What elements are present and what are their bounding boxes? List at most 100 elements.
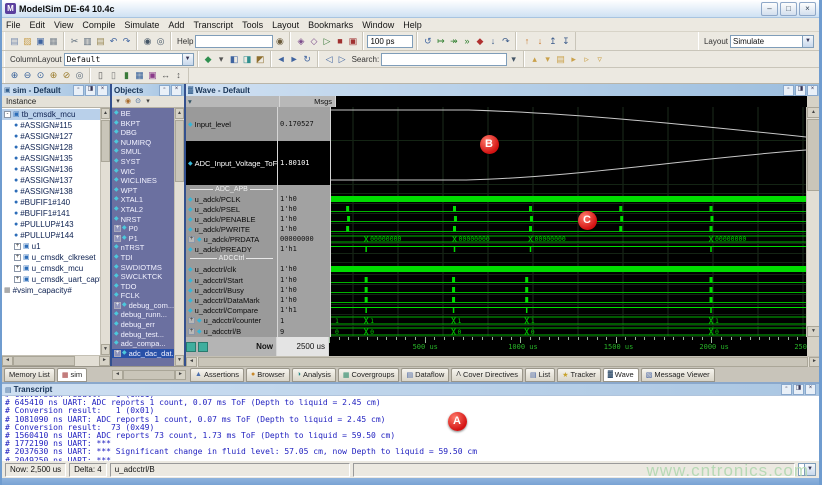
transcript-close-icon[interactable]: × — [805, 384, 816, 395]
scroll-up-icon[interactable]: ▲ — [101, 108, 110, 119]
object-item-swdiotms[interactable]: ◆SWDIOTMS — [112, 263, 174, 273]
layout-combo-arrow-icon[interactable]: ▼ — [802, 36, 813, 47]
expand-time-icon[interactable]: ↔ — [159, 69, 172, 82]
expand-icon[interactable]: + — [188, 236, 195, 243]
step-over-icon[interactable]: ↷ — [499, 35, 512, 48]
tab-cover-directives[interactable]: ΛCover Directives — [451, 368, 523, 382]
wave-panel-close-icon[interactable]: × — [807, 85, 818, 96]
object-item-dbg[interactable]: ◆DBG — [112, 128, 174, 138]
object-item-fclk[interactable]: ◆FCLK — [112, 291, 174, 301]
copy-icon[interactable]: ▥ — [81, 35, 94, 48]
scroll-down-icon[interactable]: ▼ — [175, 355, 184, 366]
view-filter-icon[interactable]: ▾ — [113, 97, 123, 107]
wave-signal-u-adcctrl-b[interactable]: +◆u_adcctrl/B — [186, 326, 277, 337]
menu-window[interactable]: Window — [362, 20, 394, 30]
collapse-all-icon[interactable] — [198, 342, 208, 352]
menu-bookmarks[interactable]: Bookmarks — [308, 20, 353, 30]
tree-item-tb-cmsdk-mcu[interactable]: -▣tb_cmsdk_mcu — [2, 109, 100, 120]
transcript-dock-icon[interactable]: ▫ — [781, 384, 792, 395]
object-item-bkpt[interactable]: ◆BKPT — [112, 119, 174, 129]
transcript-float-icon[interactable]: ◨ — [793, 384, 804, 395]
object-item-adc-compa-[interactable]: ◆adc_compa... — [112, 339, 174, 349]
expand-icon[interactable]: + — [114, 235, 121, 242]
sim-instance-column-header[interactable]: Instance — [2, 96, 110, 108]
menu-edit[interactable]: Edit — [30, 20, 46, 30]
redo-icon[interactable]: ↷ — [120, 35, 133, 48]
find-in-files-icon[interactable]: ◎ — [154, 35, 167, 48]
object-item-syst[interactable]: ◆SYST — [112, 157, 174, 167]
expand-icon[interactable]: + — [14, 265, 21, 272]
wave-signal-u-adck-psel[interactable]: ◆u_adck/PSEL — [186, 204, 277, 214]
wave-signal-u-adck-penable[interactable]: ◆u_adck/PENABLE — [186, 214, 277, 224]
scroll-up-icon[interactable]: ▲ — [807, 107, 820, 118]
tree-item--assign-138[interactable]: ●#ASSIGN#138 — [2, 186, 100, 197]
menu-file[interactable]: File — [6, 20, 21, 30]
forward-icon[interactable]: ► — [288, 53, 301, 66]
object-item-smul[interactable]: ◆SMUL — [112, 147, 174, 157]
reload-icon[interactable]: ↻ — [301, 53, 314, 66]
insert-breakpoint-icon[interactable]: ▣ — [146, 69, 159, 82]
sim-panel-close-icon[interactable]: × — [97, 85, 108, 96]
object-item-p0[interactable]: +◆P0 — [112, 224, 174, 234]
tab-tracker[interactable]: ★Tracker — [557, 368, 600, 382]
menu-tools[interactable]: Tools — [242, 20, 263, 30]
bookmark-delete-icon[interactable]: ▿ — [593, 53, 606, 66]
wave-signal-u-adcctrl-busy[interactable]: ◆u_adcctrl/Busy — [186, 285, 277, 295]
objects-panel-dock-icon[interactable]: ▫ — [159, 85, 170, 96]
scroll-right-icon[interactable]: ► — [175, 370, 186, 380]
sim-panel-dock-icon[interactable]: ▫ — [73, 85, 84, 96]
tree-item--assign-135[interactable]: ●#ASSIGN#135 — [2, 153, 100, 164]
expand-icon[interactable]: + — [188, 328, 195, 335]
minimize-button[interactable]: – — [761, 2, 778, 16]
object-item-tdo[interactable]: ◆TDO — [112, 282, 174, 292]
menu-compile[interactable]: Compile — [82, 20, 115, 30]
wave-groups-icon[interactable]: ◩ — [254, 53, 267, 66]
object-item-swclktck[interactable]: ◆SWCLKTCK — [112, 272, 174, 282]
wave-signal-u-adck-pwrite[interactable]: ◆u_adck/PWRITE — [186, 224, 277, 234]
add-wave-menu-icon[interactable]: ▾ — [215, 53, 228, 66]
wave-panel-titlebar[interactable]: ▓ Wave - Default ▫ ◨ × — [186, 84, 820, 96]
expand-icon[interactable]: + — [188, 317, 195, 324]
run-icon[interactable]: ↦ — [434, 35, 447, 48]
tree-item-u-cmsdk-mcu[interactable]: +▣u_cmsdk_mcu — [2, 263, 100, 274]
expand-icon[interactable]: + — [14, 276, 21, 283]
object-item-debug-com-[interactable]: +◆debug_com... — [112, 301, 174, 311]
expand-icon[interactable]: + — [14, 243, 21, 250]
expand-icon[interactable]: + — [114, 302, 121, 309]
tree-item--assign-128[interactable]: ●#ASSIGN#128 — [2, 142, 100, 153]
menu-help[interactable]: Help — [403, 20, 422, 30]
objects-panel-close-icon[interactable]: × — [171, 85, 182, 96]
tab-sim[interactable]: ▦sim — [57, 368, 87, 382]
cut-signal-icon[interactable]: ▯ — [94, 69, 107, 82]
objects-vertical-scrollbar[interactable]: ▲ ▼ — [174, 108, 184, 366]
scroll-down-icon[interactable]: ▼ — [101, 344, 110, 355]
scroll-left-icon[interactable]: ◄ — [2, 356, 13, 366]
search-input[interactable] — [381, 53, 507, 66]
objects-horizontal-scrollbar[interactable]: ◄ ► — [112, 370, 186, 380]
find-first-edge-icon[interactable]: ↥ — [546, 35, 559, 48]
new-file-icon[interactable]: ▤ — [8, 35, 21, 48]
continue-run-icon[interactable]: ↠ — [447, 35, 460, 48]
tab-list[interactable]: ▤List — [525, 368, 555, 382]
object-item-wpt[interactable]: ◆WPT — [112, 186, 174, 196]
find-next-transition-icon[interactable]: ↓ — [533, 35, 546, 48]
menu-add[interactable]: Add — [168, 20, 184, 30]
columnlayout-combo[interactable]: Default ▼ — [64, 53, 194, 66]
wave-signal-u-adcctrl-compare[interactable]: ◆u_adcctrl/Compare — [186, 305, 277, 315]
find-icon[interactable]: ◉ — [141, 35, 154, 48]
menu-transcript[interactable]: Transcript — [193, 20, 233, 30]
object-item-be[interactable]: ◆BE — [112, 109, 174, 119]
tree-item-u-cmsdk-uart-captu-[interactable]: +▣u_cmsdk_uart_captu... — [2, 274, 100, 285]
zoom-cursor-icon[interactable]: ⊕ — [47, 69, 60, 82]
open-file-icon[interactable]: ▨ — [21, 35, 34, 48]
wave-signal-u-adck-prdata[interactable]: +◆u_adck/PRDATA — [186, 234, 277, 244]
sim-vertical-scrollbar[interactable]: ▲ ▼ — [100, 108, 110, 355]
tree-item-u1[interactable]: +▣u1 — [2, 241, 100, 252]
wave-signal-u-adck-pclk[interactable]: ◆u_adck/PCLK — [186, 194, 277, 204]
expand-all-icon[interactable] — [186, 342, 196, 352]
bookmark-icon[interactable]: ▸ — [567, 53, 580, 66]
tab-browser[interactable]: ●Browser — [246, 368, 290, 382]
object-item-xtal2[interactable]: ◆XTAL2 — [112, 205, 174, 215]
timeline-scale[interactable]: 500 us1000 us1500 us2000 us250 — [329, 337, 807, 356]
object-item-p1[interactable]: +◆P1 — [112, 234, 174, 244]
